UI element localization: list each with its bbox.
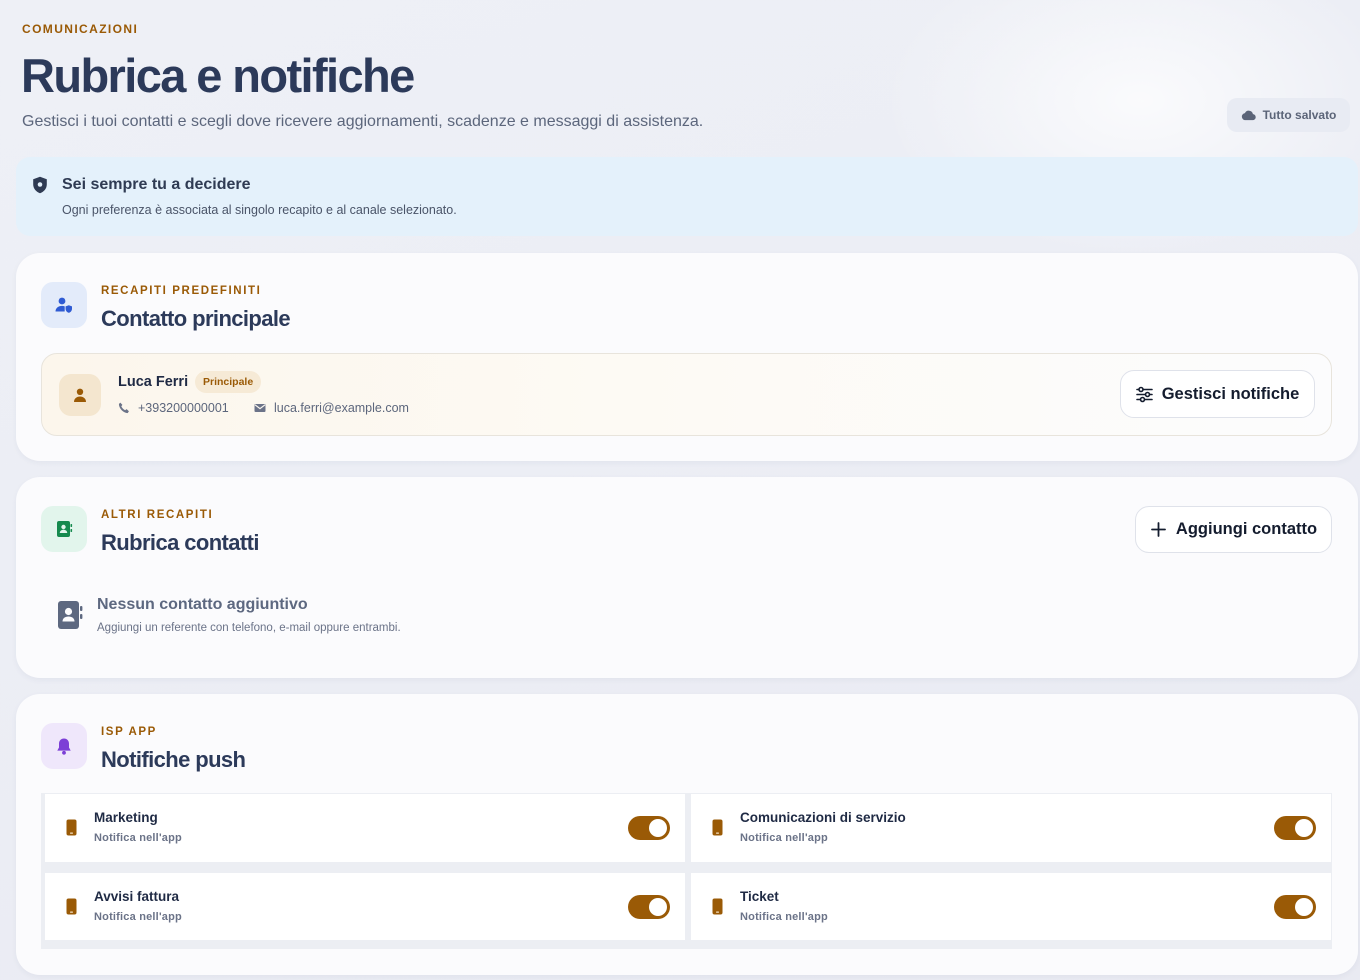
- manage-notifications-label: Gestisci notifiche: [1161, 384, 1300, 403]
- info-banner: Sei sempre tu a decidere Ogni preferenza…: [16, 157, 1358, 236]
- push-item-service: Comunicazioni di servizio Notifica nell'…: [691, 794, 1331, 862]
- push-notifications-card: ISP APP Notifiche push Marketing Notific…: [16, 694, 1358, 975]
- toggle-knob: [649, 898, 667, 916]
- push-item-ticket: Ticket Notifica nell'app: [691, 873, 1331, 940]
- toggle-ticket[interactable]: [1274, 895, 1316, 919]
- push-item-subtitle: Notifica nell'app: [94, 832, 182, 844]
- push-item-title: Comunicazioni di servizio: [740, 810, 906, 825]
- contact-name: Luca Ferri: [118, 374, 189, 390]
- contacts-card: ALTRI RECAPITI Rubrica contatti Aggiungi…: [16, 477, 1358, 678]
- person-icon: [74, 388, 86, 402]
- contacts-section-eyebrow: ALTRI RECAPITI: [101, 509, 214, 521]
- shield-icon: [33, 176, 47, 194]
- avatar: [59, 374, 101, 416]
- info-banner-text: Ogni preferenza è associata al singolo r…: [62, 203, 457, 217]
- push-item-title: Marketing: [94, 810, 158, 825]
- user-shield-icon: [41, 282, 87, 328]
- cloud-icon: [1241, 110, 1256, 121]
- page-eyebrow: COMUNICAZIONI: [22, 22, 139, 36]
- contact-email: luca.ferri@example.com: [254, 401, 409, 415]
- primary-badge: Principale: [195, 371, 262, 393]
- phone-icon: [118, 402, 129, 414]
- mobile-phone-icon: [712, 898, 723, 915]
- empty-state-title: Nessun contatto aggiuntivo: [97, 596, 308, 613]
- empty-state-text: Aggiungi un referente con telefono, e-ma…: [97, 622, 401, 634]
- manage-notifications-button[interactable]: Gestisci notifiche: [1120, 370, 1315, 418]
- mobile-phone-icon: [66, 819, 77, 836]
- push-section-eyebrow: ISP APP: [101, 726, 157, 738]
- push-item-subtitle: Notifica nell'app: [94, 911, 182, 923]
- toggle-knob: [1295, 819, 1313, 837]
- contacts-section-title: Rubrica contatti: [101, 530, 259, 555]
- add-contact-button[interactable]: Aggiungi contatto: [1135, 506, 1332, 553]
- mobile-phone-icon: [66, 898, 77, 915]
- push-section-title: Notifiche push: [101, 747, 246, 772]
- contact-phone-value: +393200000001: [138, 401, 229, 415]
- toggle-knob: [649, 819, 667, 837]
- push-item-subtitle: Notifica nell'app: [740, 832, 828, 844]
- mail-icon: [254, 404, 266, 412]
- primary-section-title: Contatto principale: [101, 306, 291, 331]
- toggle-invoice[interactable]: [628, 895, 670, 919]
- toggle-service[interactable]: [1274, 816, 1316, 840]
- add-contact-label: Aggiungi contatto: [1175, 520, 1318, 538]
- contact-email-value: luca.ferri@example.com: [274, 401, 409, 415]
- push-item-title: Ticket: [740, 889, 779, 904]
- primary-section-eyebrow: RECAPITI PREDEFINITI: [101, 285, 262, 297]
- toggle-marketing[interactable]: [628, 816, 670, 840]
- page-subtitle: Gestisci i tuoi contatti e scegli dove r…: [22, 113, 704, 130]
- bell-icon: [41, 723, 87, 769]
- sliders-icon: [1135, 386, 1153, 402]
- primary-contact-row: Luca Ferri Principale +393200000001 luca…: [41, 353, 1332, 436]
- plus-icon: [1151, 522, 1166, 537]
- mobile-phone-icon: [712, 819, 723, 836]
- info-banner-title: Sei sempre tu a decidere: [62, 176, 251, 193]
- contact-phone: +393200000001: [118, 401, 229, 415]
- push-item-title: Avvisi fattura: [94, 889, 180, 904]
- push-preferences-grid: Marketing Notifica nell'app Comunicazion…: [41, 793, 1332, 949]
- push-item-subtitle: Notifica nell'app: [740, 911, 828, 923]
- save-status-badge: Tutto salvato: [1227, 98, 1350, 132]
- primary-contact-card: RECAPITI PREDEFINITI Contatto principale…: [16, 253, 1358, 461]
- push-item-marketing: Marketing Notifica nell'app: [45, 794, 685, 862]
- address-book-icon: [58, 601, 83, 629]
- push-item-invoice: Avvisi fattura Notifica nell'app: [45, 873, 685, 940]
- contact-book-icon: [41, 506, 87, 552]
- save-status-label: Tutto salvato: [1262, 108, 1337, 122]
- page-title: Rubrica e notifiche: [21, 49, 415, 102]
- toggle-knob: [1295, 898, 1313, 916]
